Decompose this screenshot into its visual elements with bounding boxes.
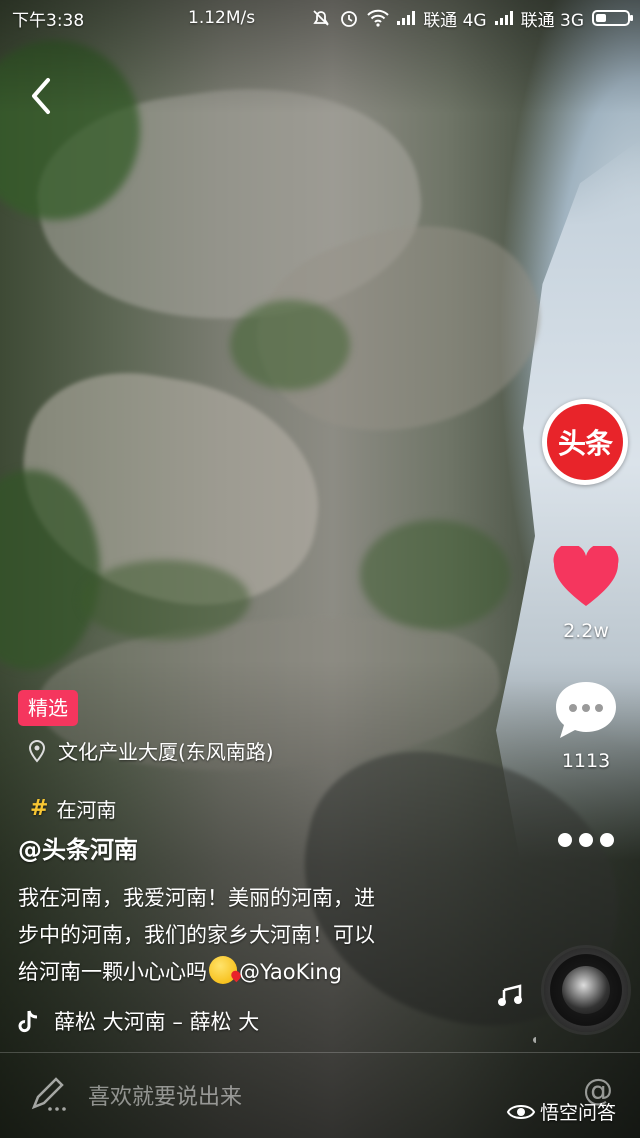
topic-text: 在河南 — [56, 798, 117, 822]
carrier-1: 联通 4G — [423, 10, 487, 31]
description-text: 给河南一颗小心心吗 — [18, 960, 207, 984]
description-line: 我在河南，我爱河南！美丽的河南，进 — [18, 886, 375, 910]
carrier-2: 联通 3G — [520, 10, 584, 31]
brand-avatar[interactable]: 头条 — [542, 399, 628, 485]
hashtag-icon: # — [30, 796, 49, 821]
network-speed: 1.12M/s — [188, 8, 256, 28]
author-name[interactable]: @头条河南 — [18, 830, 138, 865]
music-row[interactable]: 薛松 大河南 – 薛松 大 — [18, 1006, 259, 1036]
description-line: 给河南一颗小心心吗 @YaoKing — [18, 954, 438, 991]
location-row[interactable]: 文化产业大厦(东风南路) — [28, 736, 274, 765]
location-icon — [28, 739, 46, 763]
wifi-icon — [367, 9, 389, 27]
alarm-icon — [341, 11, 358, 27]
location-text: 文化产业大厦(东风南路) — [58, 740, 274, 764]
topic-link[interactable]: # 在河南 — [30, 794, 116, 823]
brand-logo: 头条 — [547, 404, 623, 480]
heart-icon[interactable] — [552, 546, 620, 610]
music-title: 薛松 大河南 – 薛松 大 — [54, 1010, 260, 1034]
music-cover — [562, 966, 610, 1014]
status-icons: 联通 4G 联通 3G — [311, 6, 633, 31]
comment-count: 1113 — [561, 750, 611, 772]
more-icon[interactable] — [558, 828, 614, 852]
signal-icon — [494, 11, 513, 25]
like-count: 2.2w — [563, 620, 609, 642]
description-line: 步中的河南，我们的家乡大河南！可以 — [18, 923, 375, 947]
mute-icon — [313, 10, 329, 26]
music-icon — [18, 1010, 38, 1033]
watermark: 悟空问答 — [506, 1098, 616, 1125]
status-bar: 下午3:38 1.12M/s 联通 4G 联通 3G — [0, 0, 640, 36]
signal-icon — [397, 11, 416, 25]
comment-input[interactable] — [88, 1077, 448, 1117]
pencil-icon — [31, 1077, 66, 1111]
featured-tag: 精选 — [18, 690, 78, 726]
comment-icon[interactable] — [552, 678, 620, 742]
music-disc[interactable] — [544, 948, 628, 1032]
status-time: 下午3:38 — [12, 10, 85, 31]
watermark-text: 悟空问答 — [540, 1102, 617, 1124]
battery-icon — [592, 10, 633, 26]
video-description: 我在河南，我爱河南！美丽的河南，进 步中的河南，我们的家乡大河南！可以 给河南一… — [18, 880, 438, 991]
watermark-logo-icon — [506, 1104, 536, 1119]
back-icon[interactable] — [22, 72, 62, 120]
mention-link[interactable]: @YaoKing — [239, 960, 342, 984]
comment-bar: @ — [0, 1053, 640, 1138]
kiss-emoji-icon — [209, 956, 237, 984]
music-notes-icon — [498, 984, 536, 1043]
